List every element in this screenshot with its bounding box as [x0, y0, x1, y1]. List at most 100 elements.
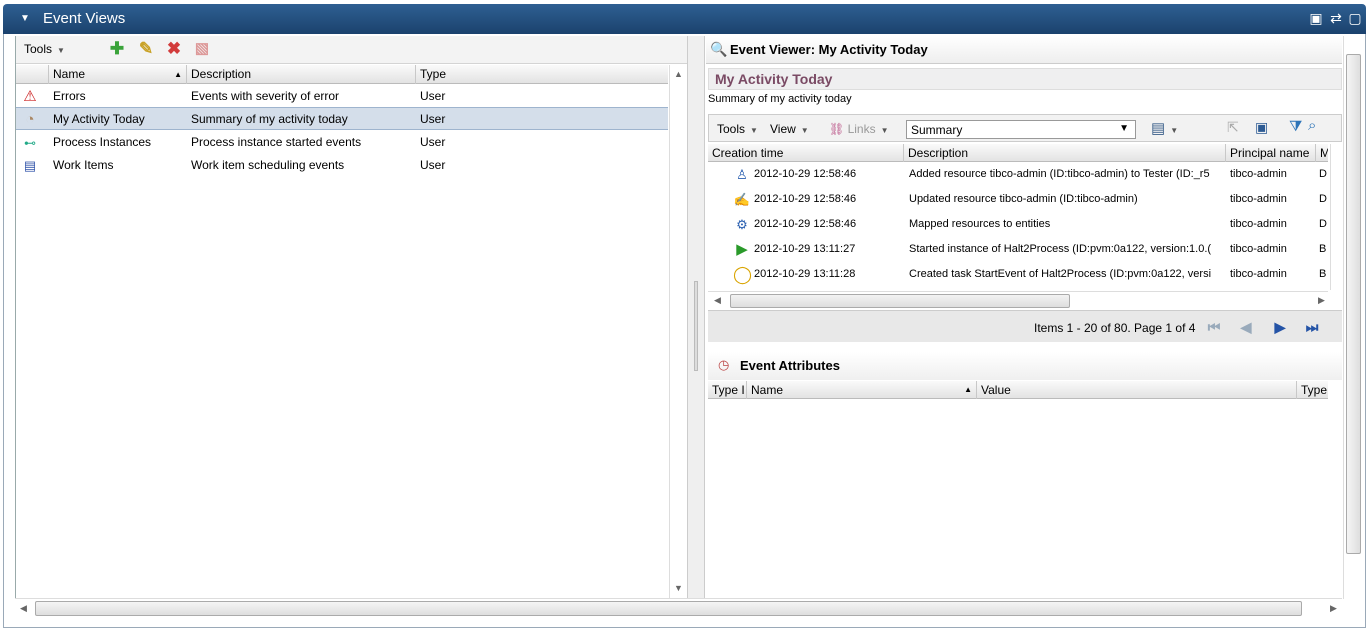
table-row[interactable]: ⚠ Errors Events with severity of error U… [16, 85, 668, 108]
event-attributes-header: ◷ Event Attributes [708, 352, 1342, 380]
edit-user-icon: ✍ [733, 192, 751, 207]
col-value[interactable]: Value [976, 381, 1296, 399]
view-menu[interactable]: View ▼ [770, 122, 809, 136]
view-title: My Activity Today [715, 71, 833, 87]
row-m: D [1319, 193, 1327, 205]
delete-all-icon[interactable]: ▧ [192, 39, 212, 59]
row-m: B [1319, 268, 1327, 280]
edit-icon[interactable]: ✎ [136, 39, 156, 59]
table-row[interactable]: ♙ 2012-10-29 12:58:46 Added resource tib… [708, 163, 1328, 188]
row-description: Work item scheduling events [191, 158, 345, 172]
maximize-icon[interactable]: ▢ [1347, 10, 1363, 26]
splitter-grip[interactable] [694, 281, 698, 371]
row-description: Events with severity of error [191, 89, 340, 103]
collapse-icon[interactable]: ▼ [20, 13, 30, 24]
table-row[interactable]: ◯ 2012-10-29 13:11:28 Created task Start… [708, 263, 1328, 288]
view-select[interactable]: Summary ▼ [906, 120, 1136, 139]
last-page-icon[interactable]: ⏭ [1302, 318, 1322, 336]
scroll-thumb[interactable] [35, 601, 1302, 616]
row-principal: tibco-admin [1230, 243, 1287, 255]
magnifier-icon: 🔍 [710, 41, 728, 57]
first-page-icon[interactable]: ⏮ [1204, 318, 1224, 336]
search-icon[interactable]: ⌕ [1308, 117, 1316, 134]
row-time: 2012-10-29 12:58:46 [754, 168, 857, 180]
table-row[interactable]: ▤ Work Items Work item scheduling events… [16, 154, 668, 177]
select-value: Summary [911, 123, 963, 137]
table-row[interactable]: ▶ 2012-10-29 13:11:27 Started instance o… [708, 238, 1328, 263]
event-viewer-title: Event Viewer: My Activity Today [730, 42, 928, 57]
attributes-icon: ◷ [718, 357, 730, 372]
mapping-icon: ⚙ [736, 217, 748, 232]
col-m[interactable]: M [1315, 144, 1328, 162]
row-time: 2012-10-29 13:11:28 [754, 268, 856, 280]
col-principal-name[interactable]: Principal name [1225, 144, 1315, 162]
row-name: Errors [53, 89, 86, 103]
add-icon[interactable]: ✚ [107, 39, 127, 59]
row-m: D [1319, 168, 1327, 180]
right-vertical-scrollbar[interactable] [1343, 36, 1363, 599]
swap-icon[interactable]: ⇄ [1328, 10, 1344, 26]
table-row[interactable]: ◔ My Activity Today Summary of my activi… [16, 107, 668, 130]
row-description: Process instance started events [191, 135, 362, 149]
next-page-icon[interactable]: ▶ [1270, 318, 1290, 336]
main-horizontal-scrollbar[interactable]: ◀ ▶ [15, 598, 1342, 618]
export-icon[interactable]: ⇱ [1227, 119, 1239, 136]
table-row[interactable]: ✍ 2012-10-29 12:58:46 Updated resource t… [708, 188, 1328, 213]
task-icon: ◯ [733, 265, 753, 284]
tools-menu[interactable]: Tools ▼ [717, 122, 758, 136]
row-type: User [420, 89, 446, 103]
col-name[interactable]: Name ▲ [746, 381, 976, 399]
row-type: User [420, 112, 446, 126]
left-toolbar: Tools ▼ ✚ ✎ ✖ ▧ [16, 36, 687, 64]
col-type[interactable]: Type [1296, 381, 1328, 399]
pager: Items 1 - 20 of 80. Page 1 of 4 ⏮ ◀ ▶ ⏭ [708, 310, 1342, 342]
dropdown-icon[interactable]: ▣ [1308, 10, 1324, 26]
links-menu[interactable]: ⛓ Links ▼ [829, 122, 889, 136]
tools-menu[interactable]: Tools ▼ [24, 42, 65, 56]
table-row[interactable]: ⊷ Process Instances Process instance sta… [16, 131, 668, 154]
row-description: Created task StartEvent of Halt2Process … [909, 268, 1212, 280]
activity-icon: ◔ [25, 111, 35, 128]
row-name: Work Items [53, 158, 114, 172]
col-type[interactable]: Type [415, 65, 668, 84]
row-principal: tibco-admin [1230, 218, 1287, 230]
events-vertical-scrollbar[interactable] [1330, 144, 1342, 290]
row-name: Process Instances [53, 135, 152, 149]
left-vertical-scrollbar[interactable]: ▲ ▼ [669, 65, 687, 599]
row-m: B [1319, 243, 1327, 255]
delete-icon[interactable]: ✖ [164, 39, 184, 59]
events-horizontal-scrollbar[interactable]: ◀ ▶ [708, 291, 1328, 309]
scroll-thumb[interactable] [1346, 54, 1361, 554]
row-principal: tibco-admin [1230, 268, 1287, 280]
workitem-icon: ▤ [23, 158, 37, 173]
row-principal: tibco-admin [1230, 193, 1287, 205]
event-views-panel: Tools ▼ ✚ ✎ ✖ ▧ Name ▲ Description Type ⚠ … [15, 36, 687, 599]
table-row[interactable]: ⚙ 2012-10-29 12:58:46 Mapped resources t… [708, 213, 1328, 238]
prev-page-icon[interactable]: ◀ [1236, 318, 1256, 336]
row-description: Updated resource tibco-admin (ID:tibco-a… [909, 193, 1138, 205]
attributes-grid-header: Type I Name ▲ Value Type [708, 381, 1328, 399]
col-creation-time[interactable]: Creation time [708, 144, 903, 162]
process-icon: ⊷ [24, 136, 36, 150]
row-time: 2012-10-29 13:11:27 [754, 243, 856, 255]
pager-text: Items 1 - 20 of 80. Page 1 of 4 [1034, 321, 1196, 335]
resource-icon: ♙ [736, 167, 748, 182]
comment-icon[interactable]: ▤ ▼ [1151, 119, 1178, 137]
window-titlebar: ▼ Event Views ▣ ⇄ ▢ [3, 4, 1366, 34]
row-type: User [420, 158, 446, 172]
col-name[interactable]: Name ▲ [48, 65, 186, 84]
save-icon[interactable]: ▣ [1255, 119, 1268, 136]
row-time: 2012-10-29 12:58:46 [754, 218, 857, 230]
row-time: 2012-10-29 12:58:46 [754, 193, 857, 205]
row-description: Added resource tibco-admin (ID:tibco-adm… [909, 168, 1210, 180]
row-description: Mapped resources to entities [909, 218, 1051, 230]
start-icon: ▶ [736, 241, 748, 258]
panel-splitter[interactable] [687, 36, 705, 599]
row-type: User [420, 135, 446, 149]
links-icon: ⛓ [829, 122, 845, 136]
col-type-id[interactable]: Type I [708, 381, 746, 399]
col-description[interactable]: Description [186, 65, 415, 84]
filter-icon[interactable]: ⧩ [1289, 118, 1302, 135]
scroll-thumb[interactable] [730, 294, 1070, 308]
col-description[interactable]: Description [903, 144, 1225, 162]
